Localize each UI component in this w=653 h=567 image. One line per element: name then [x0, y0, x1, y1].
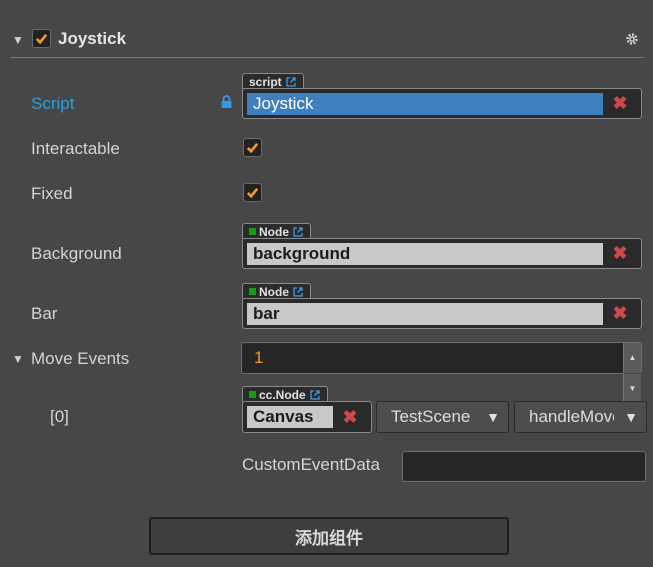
interactable-checkbox[interactable]	[243, 138, 262, 157]
event-component-select[interactable]: TestScene ▼	[376, 401, 509, 433]
remove-script-button[interactable]: ✖	[603, 93, 637, 114]
lock-icon	[220, 95, 233, 109]
background-value: background	[247, 242, 603, 265]
remove-background-button[interactable]: ✖	[603, 243, 637, 264]
spin-down-icon[interactable]: ▼	[623, 374, 641, 404]
node-square-icon	[249, 228, 256, 235]
checkmark-icon	[246, 187, 259, 199]
script-type-tag: script	[242, 73, 304, 89]
dropdown-arrow-icon: ▼	[486, 409, 500, 425]
bar-type-tag: Node	[242, 283, 311, 299]
external-link-icon[interactable]	[292, 286, 304, 298]
checkmark-icon	[246, 142, 259, 154]
event-handler-value: handleMove	[529, 407, 615, 426]
move-events-collapse-arrow-icon[interactable]: ▼	[12, 352, 24, 366]
background-type-tag: Node	[242, 223, 311, 239]
external-link-icon[interactable]	[292, 226, 304, 238]
remove-event-target-button[interactable]: ✖	[333, 407, 367, 428]
event-handler-select[interactable]: handleMove ▼	[514, 401, 647, 433]
interactable-label: Interactable	[31, 139, 120, 158]
bar-label: Bar	[31, 304, 58, 323]
script-field[interactable]: Joystick ✖	[242, 88, 642, 119]
background-field[interactable]: background ✖	[242, 238, 642, 269]
move-events-count-value: 1	[254, 348, 264, 367]
node-square-icon	[249, 391, 256, 398]
dropdown-arrow-icon: ▼	[624, 409, 638, 425]
collapse-arrow-icon[interactable]: ▼	[12, 33, 24, 47]
external-link-icon[interactable]	[285, 76, 297, 88]
move-events-count-input[interactable]: 1 ▲ ▼	[241, 342, 642, 404]
event-index-label: [0]	[50, 407, 69, 426]
script-type-tag-label: script	[249, 74, 282, 89]
event-target-type-tag: cc.Node	[242, 386, 328, 402]
bar-value: bar	[247, 302, 603, 325]
event-target-field[interactable]: Canvas ✖	[242, 401, 372, 433]
header-divider	[11, 57, 644, 58]
event-component-value: TestScene	[391, 407, 471, 426]
fixed-label: Fixed	[31, 184, 73, 203]
background-label: Background	[31, 244, 122, 263]
script-label: Script	[31, 94, 75, 113]
add-component-button[interactable]: 添加组件	[149, 517, 509, 555]
bar-field[interactable]: bar ✖	[242, 298, 642, 329]
event-target-type-tag-label: cc.Node	[259, 387, 306, 402]
count-spinner[interactable]: ▲ ▼	[623, 343, 641, 404]
background-type-tag-label: Node	[259, 224, 289, 239]
component-title: Joystick	[58, 29, 127, 48]
move-events-label: Move Events	[31, 349, 130, 368]
bar-type-tag-label: Node	[259, 284, 289, 299]
event-target-value: Canvas	[247, 406, 333, 428]
gear-icon[interactable]	[625, 32, 639, 46]
remove-bar-button[interactable]: ✖	[603, 303, 637, 324]
external-link-icon[interactable]	[309, 389, 321, 401]
node-square-icon	[249, 288, 256, 295]
checkmark-icon	[35, 33, 48, 45]
custom-event-data-label: CustomEventData	[242, 455, 380, 474]
script-value: Joystick	[247, 92, 603, 115]
spin-up-icon[interactable]: ▲	[623, 343, 641, 374]
custom-event-data-input[interactable]	[402, 451, 646, 482]
component-enabled-checkbox[interactable]	[32, 29, 51, 48]
fixed-checkbox[interactable]	[243, 183, 262, 202]
